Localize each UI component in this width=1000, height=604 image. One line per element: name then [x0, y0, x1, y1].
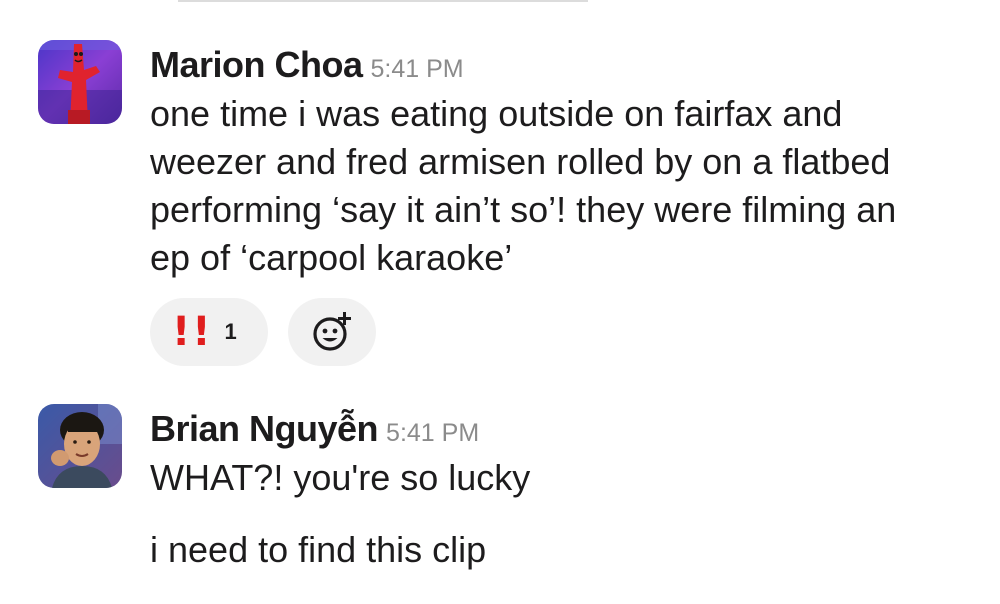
message-text: one time i was eating outside on fairfax… — [150, 93, 897, 278]
message-text: i need to find this clip — [150, 529, 487, 570]
avatar[interactable] — [38, 40, 122, 124]
inflatable-tube-man-avatar — [38, 40, 122, 124]
reactions-bar: !! 1 — [150, 298, 376, 366]
message-text: WHAT?! you're so lucky — [150, 457, 531, 498]
double-exclamation-icon: !! — [172, 309, 213, 355]
timestamp[interactable]: 5:41 PM — [386, 419, 479, 447]
avatar[interactable] — [38, 404, 122, 488]
top-divider — [178, 0, 588, 2]
person-photo-avatar — [38, 404, 122, 488]
reaction-pill[interactable]: !! 1 — [150, 298, 268, 366]
timestamp[interactable]: 5:41 PM — [371, 55, 464, 83]
add-reaction-icon — [313, 312, 351, 351]
reaction-count: 1 — [224, 319, 237, 344]
author-name[interactable]: Marion Choa — [150, 44, 363, 85]
add-reaction-button[interactable] — [288, 298, 376, 366]
author-name[interactable]: Brian Nguyễn — [150, 408, 379, 449]
